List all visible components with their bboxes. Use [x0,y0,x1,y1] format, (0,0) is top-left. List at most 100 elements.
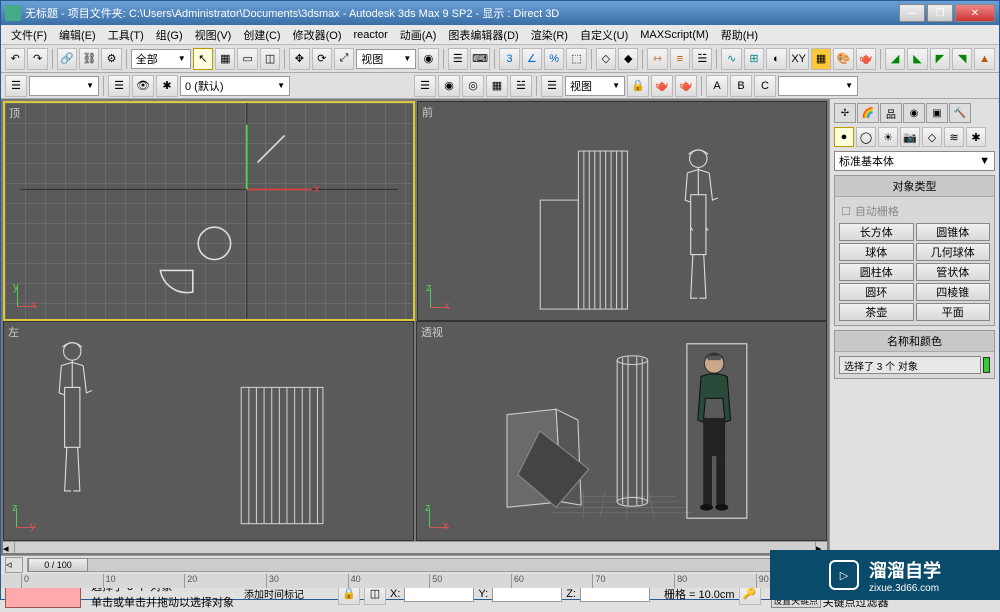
layer-new-icon[interactable]: ☰ [108,75,130,97]
undo-icon[interactable]: ↶ [5,48,25,70]
iso-sel-icon[interactable]: ☰ [414,75,436,97]
redo-icon[interactable]: ↷ [27,48,47,70]
selection-filter[interactable]: 全部▼ [131,49,191,69]
autogrid-checkbox[interactable]: ☐自动栅格 [839,201,990,221]
menu-group[interactable]: 组(G) [150,25,189,45]
select-name-icon[interactable]: ▦ [215,48,235,70]
viewport-front[interactable]: 前 [417,101,827,321]
track-bar-icon[interactable]: ◃ [5,557,23,573]
box-button[interactable]: 长方体 [839,223,914,241]
spinner-snap-icon[interactable]: ⬚ [566,48,586,70]
layer-dropdown[interactable]: ▼ [29,76,99,96]
menu-customize[interactable]: 自定义(U) [574,25,634,45]
helpers-icon[interactable]: ◇ [922,127,942,147]
lights-icon[interactable]: ☀ [878,127,898,147]
add-time-tag[interactable]: 添加时间标记 [244,586,304,601]
window-crossing-icon[interactable]: ◫ [260,48,280,70]
pivot-icon[interactable]: ◉ [418,48,438,70]
move-icon[interactable]: ✥ [289,48,309,70]
select-icon[interactable]: ↖ [193,48,213,70]
pyramid-button[interactable]: 四棱锥 [916,283,991,301]
menu-view[interactable]: 视图(V) [189,25,238,45]
sel-lock-icon[interactable]: ◉ [438,75,460,97]
object-color-swatch[interactable] [983,357,990,373]
mirror-icon[interactable]: ⇿ [647,48,667,70]
ref-coord-system[interactable]: 视图▼ [356,49,416,69]
cone-button[interactable]: 圆锥体 [916,223,991,241]
rotate-icon[interactable]: ⟳ [312,48,332,70]
tab-modify-icon[interactable]: 🌈 [857,103,879,123]
sel-float-icon[interactable]: ◎ [462,75,484,97]
render-icon[interactable]: 🎨 [833,48,853,70]
menu-tools[interactable]: 工具(T) [102,25,150,45]
menu-help[interactable]: 帮助(H) [715,25,764,45]
reactor5-icon[interactable]: ▲ [974,48,994,70]
teapot-icon[interactable]: 🫖 [651,75,673,97]
preset-c-icon[interactable]: C [754,75,776,97]
rect-region-icon[interactable]: ▭ [237,48,257,70]
systems-icon[interactable]: ✱ [966,127,986,147]
freeze-icon[interactable]: ✱ [156,75,178,97]
menu-reactor[interactable]: reactor [348,27,394,43]
maximize-button[interactable]: ❐ [927,4,953,22]
tab-display-icon[interactable]: ▣ [926,103,948,123]
tube-button[interactable]: 管状体 [916,263,991,281]
snap-toggle-icon[interactable]: 3 [499,48,519,70]
render-view-combo[interactable]: 视图▼ [565,76,625,96]
viewport-perspective[interactable]: 透视 [416,321,827,541]
schematic-icon[interactable]: ⊞ [744,48,764,70]
geosphere-button[interactable]: 几何球体 [916,243,991,261]
link-icon[interactable]: 🔗 [57,48,77,70]
reactor2-icon[interactable]: ◣ [907,48,927,70]
horizontal-scrollbar[interactable] [15,542,815,553]
tab-create-icon[interactable]: ✢ [834,103,856,123]
rollout-name-color[interactable]: 名称和颜色 [835,331,994,352]
align-icon[interactable]: ≡ [670,48,690,70]
reactor3-icon[interactable]: ◤ [930,48,950,70]
layer-manager-icon[interactable]: ☰ [5,75,27,97]
menu-create[interactable]: 创建(C) [237,25,286,45]
named-sel-icon[interactable]: ◇ [596,48,616,70]
scroll-left-icon[interactable]: ◂ [3,542,15,553]
xy-icon[interactable]: XY [789,48,809,70]
preset-a-icon[interactable]: A [706,75,728,97]
cylinder-button[interactable]: 圆柱体 [839,263,914,281]
lock-view-icon[interactable]: 🔒 [627,75,649,97]
render-scene-icon[interactable]: ▦ [811,48,831,70]
menu-file[interactable]: 文件(F) [5,25,53,45]
menu-render[interactable]: 渲染(R) [525,25,574,45]
named-sel2-icon[interactable]: ◆ [618,48,638,70]
material-icon[interactable]: ◐ [766,48,786,70]
close-button[interactable]: ✕ [955,4,995,22]
quick-render-icon[interactable]: 🫖 [856,48,876,70]
teapot2-icon[interactable]: 🫖 [675,75,697,97]
viewport-top[interactable]: 顶 x yx [3,101,415,321]
reactor1-icon[interactable]: ◢ [885,48,905,70]
menu-edit[interactable]: 编辑(E) [53,25,102,45]
viewport-left[interactable]: 左 [3,321,414,541]
reactor4-icon[interactable]: ◥ [952,48,972,70]
menu-graph-editors[interactable]: 图表编辑器(D) [442,25,524,45]
layers-icon[interactable]: ☱ [692,48,712,70]
cameras-icon[interactable]: 📷 [900,127,920,147]
layers-icon2[interactable]: ☱ [510,75,532,97]
category-dropdown[interactable]: 标准基本体▼ [834,151,995,171]
object-name-input[interactable] [839,356,981,374]
preset-b-icon[interactable]: B [730,75,752,97]
sphere-button[interactable]: 球体 [839,243,914,261]
rollout-object-type[interactable]: 对象类型 [835,176,994,197]
bind-icon[interactable]: ⚙ [101,48,121,70]
scale-icon[interactable]: ⤢ [334,48,354,70]
display-floater-icon[interactable]: ▦ [486,75,508,97]
angle-snap-icon[interactable]: ∠ [522,48,542,70]
current-layer[interactable]: 0 (默认)▼ [180,76,290,96]
spacewarps-icon[interactable]: ≋ [944,127,964,147]
curve-editor-icon[interactable]: ∿ [721,48,741,70]
tab-utilities-icon[interactable]: 🔨 [949,103,971,123]
preset-combo[interactable]: ▼ [778,76,858,96]
time-slider-thumb[interactable]: 0 / 100 [28,558,88,572]
menu-modifiers[interactable]: 修改器(O) [287,25,348,45]
plane-button[interactable]: 平面 [916,303,991,321]
tab-motion-icon[interactable]: ◉ [903,103,925,123]
eye-icon[interactable]: 👁 [132,75,154,97]
